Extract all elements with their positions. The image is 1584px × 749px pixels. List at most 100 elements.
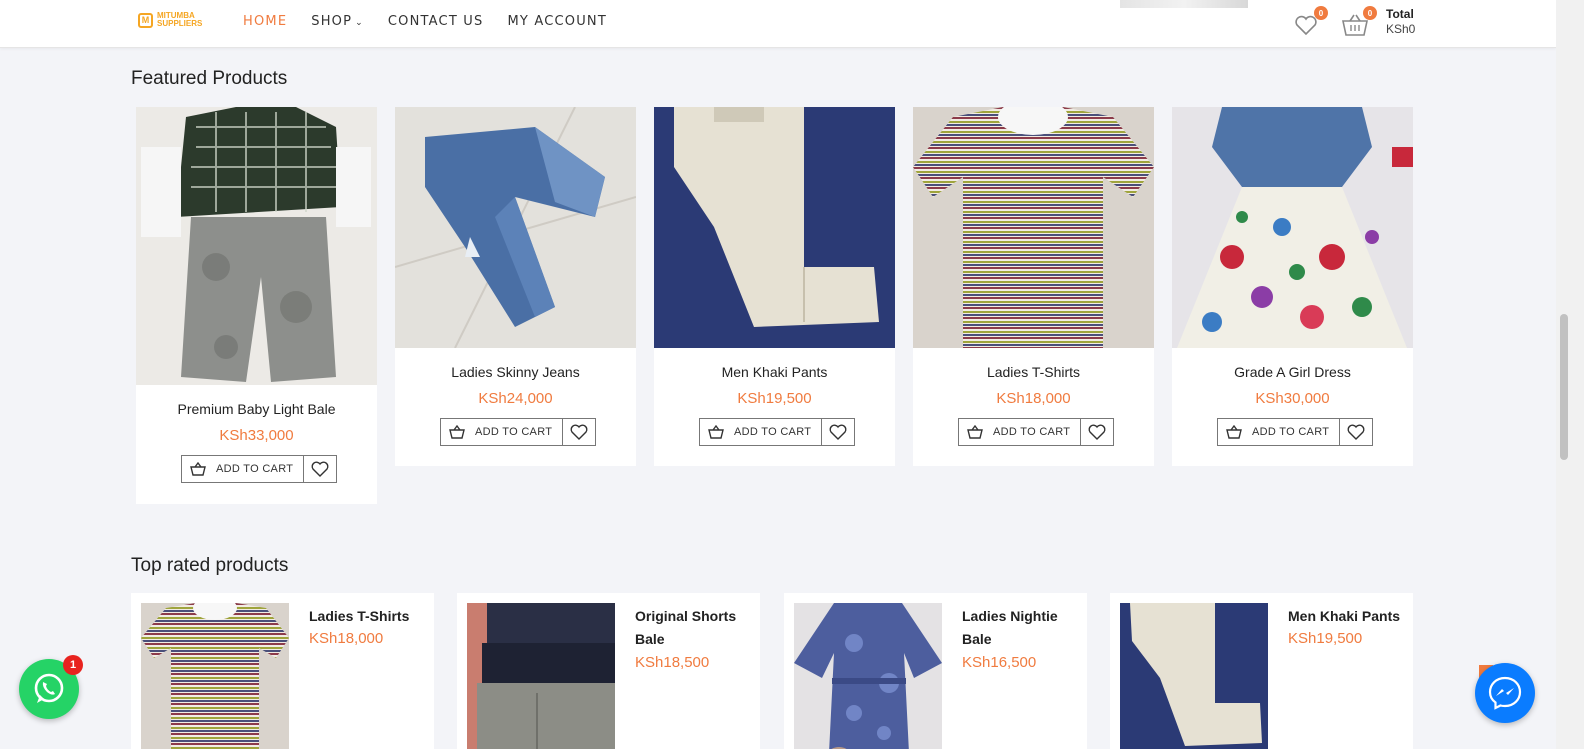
nav-contact[interactable]: CONTACT US <box>388 14 484 29</box>
cart-total-label: Total <box>1386 7 1414 21</box>
dropdown-preview <box>1112 0 1270 16</box>
nav-shop-label: SHOP <box>311 14 353 29</box>
add-to-wishlist-button[interactable] <box>822 418 856 446</box>
product-photo-jeans <box>395 107 636 348</box>
site-logo[interactable]: M MITUMBA SUPPLIERS <box>138 12 202 28</box>
product-photo-khaki-pants <box>1120 603 1268 749</box>
product-image[interactable] <box>395 107 636 348</box>
product-price: KSh16,500 <box>962 654 1037 671</box>
top-rated-item: Men Khaki Pants KSh19,500 <box>1110 593 1413 749</box>
product-name[interactable]: Ladies T-Shirts <box>309 605 429 628</box>
product-name[interactable]: Grade A Girl Dress <box>1172 364 1413 380</box>
product-image[interactable] <box>1172 107 1413 348</box>
product-name[interactable]: Ladies Skinny Jeans <box>395 364 636 380</box>
product-price: KSh18,500 <box>635 654 710 671</box>
add-to-cart-button[interactable]: ADD TO CART <box>958 418 1082 446</box>
product-photo-striped-tshirt <box>913 107 1154 348</box>
preview-image <box>1120 0 1248 8</box>
add-to-cart-label: ADD TO CART <box>734 426 812 438</box>
product-price: KSh33,000 <box>219 427 294 444</box>
whatsapp-icon <box>34 673 64 703</box>
cart-actions: ADD TO CART <box>699 418 856 446</box>
product-price: KSh24,000 <box>478 390 553 407</box>
top-rated-title: Top rated products <box>131 555 289 576</box>
add-to-cart-button[interactable]: ADD TO CART <box>181 455 305 483</box>
nav-account[interactable]: MY ACCOUNT <box>507 14 607 29</box>
heart-icon <box>1088 424 1106 440</box>
product-photo-baby-bale <box>136 107 377 385</box>
add-to-wishlist-button[interactable] <box>563 418 597 446</box>
add-to-cart-button[interactable]: ADD TO CART <box>1217 418 1341 446</box>
scrollbar-thumb[interactable] <box>1560 314 1568 460</box>
logo-text-block: MITUMBA SUPPLIERS <box>157 12 202 28</box>
product-photo-shorts-bale <box>467 603 615 749</box>
nav-home[interactable]: HOME <box>243 14 287 29</box>
wishlist-count-badge: 0 <box>1314 6 1328 20</box>
cart-actions: ADD TO CART <box>181 455 338 483</box>
product-card: Premium Baby Light Bale KSh33,000 ADD TO… <box>136 107 377 504</box>
product-price: KSh18,000 <box>309 630 384 647</box>
add-to-cart-label: ADD TO CART <box>1252 426 1330 438</box>
add-to-wishlist-button[interactable] <box>1081 418 1115 446</box>
product-photo-girl-dress <box>1172 107 1413 348</box>
product-card: Ladies T-Shirts KSh18,000 ADD TO CART <box>913 107 1154 466</box>
product-image[interactable] <box>141 603 289 749</box>
add-to-wishlist-button[interactable] <box>304 455 338 483</box>
chevron-down-icon: ⌄ <box>355 18 364 28</box>
whatsapp-notification-badge: 1 <box>63 655 83 675</box>
cart-actions: ADD TO CART <box>440 418 597 446</box>
product-price: KSh30,000 <box>1255 390 1330 407</box>
product-name[interactable]: Ladies Nightie Bale <box>962 605 1082 651</box>
top-rated-item: Ladies Nightie Bale KSh16,500 <box>784 593 1087 749</box>
featured-title: Featured Products <box>131 68 288 89</box>
product-card: Grade A Girl Dress KSh30,000 ADD TO CART <box>1172 107 1413 466</box>
page-scrollbar[interactable] <box>1556 0 1584 749</box>
add-to-wishlist-button[interactable] <box>1340 418 1374 446</box>
basket-icon <box>967 425 983 439</box>
heart-icon <box>1347 424 1365 440</box>
add-to-cart-button[interactable]: ADD TO CART <box>440 418 564 446</box>
product-image[interactable] <box>654 107 895 348</box>
messenger-icon <box>1488 676 1522 710</box>
product-photo-khaki-pants <box>654 107 895 348</box>
top-rated-item: Original Shorts Bale KSh18,500 <box>457 593 760 749</box>
heart-icon <box>311 461 329 477</box>
logo-line-2: SUPPLIERS <box>157 19 203 28</box>
add-to-cart-button[interactable]: ADD TO CART <box>699 418 823 446</box>
main-nav: HOME SHOP ⌄ CONTACT US MY ACCOUNT <box>243 14 607 29</box>
product-image[interactable] <box>136 107 377 385</box>
cart-total-value: KSh0 <box>1386 22 1416 36</box>
product-price: KSh18,000 <box>996 390 1071 407</box>
product-image[interactable] <box>794 603 942 749</box>
logo-mark: M <box>138 12 153 28</box>
product-image[interactable] <box>913 107 1154 348</box>
basket-icon <box>190 462 206 476</box>
nav-shop[interactable]: SHOP ⌄ <box>311 14 364 29</box>
cart-count-badge: 0 <box>1363 6 1377 20</box>
product-photo-striped-tshirt <box>141 603 289 749</box>
product-photo-nightie <box>794 603 942 749</box>
product-card: Ladies Skinny Jeans KSh24,000 ADD TO CAR… <box>395 107 636 466</box>
basket-icon <box>708 425 724 439</box>
add-to-cart-label: ADD TO CART <box>993 426 1071 438</box>
product-image[interactable] <box>467 603 615 749</box>
messenger-chat-button[interactable] <box>1475 663 1535 723</box>
product-name[interactable]: Men Khaki Pants <box>654 364 895 380</box>
product-name[interactable]: Men Khaki Pants <box>1288 605 1408 628</box>
product-price: KSh19,500 <box>1288 630 1363 647</box>
product-name[interactable]: Premium Baby Light Bale <box>136 401 377 417</box>
heart-icon <box>570 424 588 440</box>
heart-icon <box>829 424 847 440</box>
basket-icon <box>449 425 465 439</box>
site-header: M MITUMBA SUPPLIERS HOME SHOP ⌄ CONTACT U… <box>0 0 1556 48</box>
top-rated-item: Ladies T-Shirts KSh18,000 <box>131 593 434 749</box>
product-card: Men Khaki Pants KSh19,500 ADD TO CART <box>654 107 895 466</box>
product-name[interactable]: Ladies T-Shirts <box>913 364 1154 380</box>
basket-icon <box>1226 425 1242 439</box>
product-price: KSh19,500 <box>737 390 812 407</box>
product-name[interactable]: Original Shorts Bale <box>635 605 755 651</box>
add-to-cart-label: ADD TO CART <box>216 463 294 475</box>
product-image[interactable] <box>1120 603 1268 749</box>
cart-actions: ADD TO CART <box>958 418 1115 446</box>
cart-actions: ADD TO CART <box>1217 418 1374 446</box>
